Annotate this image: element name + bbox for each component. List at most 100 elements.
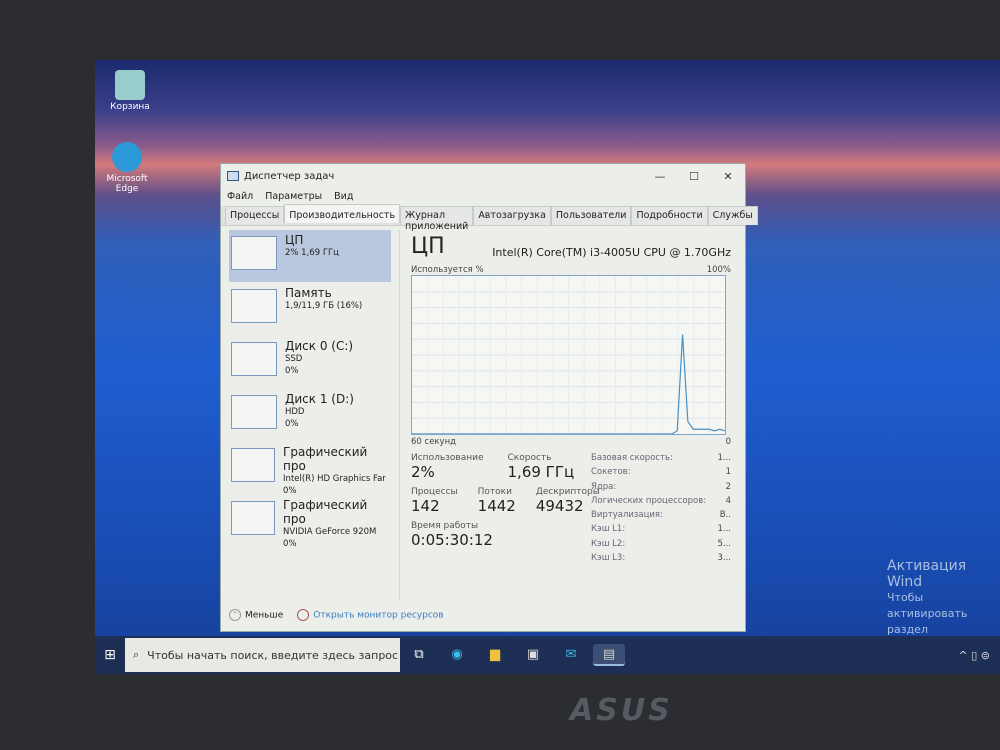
spec-value: 1 <box>725 467 731 478</box>
threads-value: 1442 <box>477 497 516 515</box>
start-button[interactable]: ⊞ <box>95 647 125 663</box>
spec-row: Кэш L1: 1... <box>591 524 731 538</box>
graph-label: Используется % <box>411 265 484 275</box>
spec-label: Логических процессоров: <box>591 495 707 506</box>
fewer-details-button[interactable]: ^ Меньше <box>229 609 283 621</box>
usage-label: Использование <box>411 453 484 463</box>
resource-item[interactable]: ЦП 2% 1,69 ГГц <box>229 230 391 282</box>
resource-line1: 2% 1,69 ГГц <box>285 248 339 258</box>
minimize-button[interactable]: — <box>643 170 677 183</box>
graph-min: 0 <box>725 437 731 447</box>
resource-item[interactable]: Графический про Intel(R) HD Graphics Far 0… <box>229 442 391 496</box>
speed-label: Скорость <box>507 453 552 463</box>
resource-item[interactable]: Память 1,9/11,9 ГБ (16%) <box>229 283 391 335</box>
stats: Использование 2% Скорость 1,69 ГГц Процесс… <box>411 453 731 563</box>
spec-row: Кэш L2: 5... <box>591 539 731 553</box>
search-placeholder: Чтобы начать поиск, введите здесь запрос <box>147 648 399 662</box>
cpu-model: Intel(R) Core(TM) i3-4005U CPU @ 1.70GHz <box>492 246 731 259</box>
activation-title: Активация Wind <box>887 558 967 590</box>
search-box[interactable]: ⌕ Чтобы начать поиск, введите здесь запро… <box>125 638 400 672</box>
resource-item[interactable]: Диск 0 (C:) SSD 0% <box>229 336 391 388</box>
maximize-button[interactable]: ☐ <box>677 170 711 183</box>
task-manager-taskbar-icon[interactable]: ▤ <box>593 644 625 666</box>
spec-label: Базовая скорость: <box>591 453 673 463</box>
spec-value: 4 <box>725 495 731 506</box>
resource-thumbnail <box>231 395 277 429</box>
file-explorer-icon[interactable]: ▆ <box>479 644 511 666</box>
window-title: Диспетчер задач <box>244 170 335 182</box>
chevron-up-icon: ^ <box>229 609 241 621</box>
resource-item[interactable]: Графический про NVIDIA GeForce 920M 0% <box>229 495 391 549</box>
resource-line1: HDD <box>285 407 305 417</box>
spec-row: Сокетов: 1 <box>591 467 731 481</box>
menu-file[interactable]: Файл <box>227 191 253 202</box>
resource-name: Графический про <box>283 445 368 473</box>
search-icon: ⌕ <box>133 648 140 661</box>
menu-view[interactable]: Вид <box>334 191 353 202</box>
title-bar: Диспетчер задач — ☐ ✕ <box>221 164 745 188</box>
edge-icon <box>112 142 142 172</box>
spec-label: Кэш L2: <box>591 538 626 549</box>
cpu-detail: ЦП Intel(R) Core(TM) i3-4005U CPU @ 1.70… <box>411 234 731 563</box>
graph-max: 100% <box>706 265 731 275</box>
processes-label: Процессы <box>411 487 458 497</box>
resource-name: Графический про <box>283 498 368 526</box>
activation-line1: Чтобы активировать <box>887 591 968 620</box>
taskbar: ⊞ ⌕ Чтобы начать поиск, введите здесь зап… <box>95 636 1000 674</box>
tab-processes[interactable]: Процессы <box>225 206 285 225</box>
recycle-bin-icon <box>115 70 145 100</box>
system-tray[interactable]: ^ ▯ ⊜ <box>959 649 1000 662</box>
cpu-usage-graph <box>411 275 726 435</box>
spec-row: Ядра: 2 <box>591 482 731 496</box>
tab-app-history[interactable]: Журнал приложений <box>400 206 474 232</box>
spec-label: Сокетов: <box>591 467 631 478</box>
task-view-icon[interactable]: ⧉ <box>403 644 435 666</box>
resource-item[interactable]: Диск 1 (D:) HDD 0% <box>229 389 391 441</box>
resource-name: Память <box>285 286 332 300</box>
resource-thumbnail <box>231 448 276 482</box>
threads-label: Потоки <box>477 487 512 497</box>
resource-name: Диск 1 (D:) <box>285 392 354 406</box>
menu-bar: Файл Параметры Вид <box>221 188 745 204</box>
open-resource-monitor-link[interactable]: Открыть монитор ресурсов <box>297 609 444 621</box>
edge-icon[interactable]: ◉ <box>441 644 473 666</box>
resource-line1: Intel(R) HD Graphics Far <box>283 474 386 484</box>
spec-row: Базовая скорость: 1... <box>591 453 731 467</box>
menu-options[interactable]: Параметры <box>265 191 322 202</box>
footer: ^ Меньше Открыть монитор ресурсов <box>229 609 444 621</box>
mail-icon[interactable]: ✉ <box>555 644 587 666</box>
spec-label: Кэш L3: <box>591 553 626 564</box>
spec-label: Ядра: <box>591 481 617 492</box>
tab-bar: Процессы Производительность Журнал прило… <box>221 204 758 232</box>
task-manager-window: Диспетчер задач — ☐ ✕ Файл Параметры Вид… <box>220 163 758 632</box>
tab-services[interactable]: Службы <box>707 206 758 225</box>
detail-title: ЦП <box>411 234 445 259</box>
desktop-icon-edge[interactable]: Microsoft Edge <box>97 142 157 194</box>
usage-value: 2% <box>411 463 435 481</box>
icon-label: Корзина <box>110 102 150 112</box>
resource-thumbnail <box>231 342 277 376</box>
resource-line2: 0% <box>283 539 297 549</box>
resource-line1: 1,9/11,9 ГБ (16%) <box>285 301 363 311</box>
tab-startup[interactable]: Автозагрузка <box>473 206 551 225</box>
tab-performance[interactable]: Производительность <box>284 204 401 223</box>
resource-line1: NVIDIA GeForce 920M <box>283 527 377 537</box>
store-icon[interactable]: ▣ <box>517 644 549 666</box>
spec-value: 1... <box>717 524 731 535</box>
fewer-details-label: Меньше <box>245 610 284 621</box>
resource-monitor-icon <box>297 609 310 621</box>
resource-thumbnail <box>231 289 277 323</box>
spec-row: Кэш L3: 3... <box>591 553 731 567</box>
resource-thumbnail <box>231 236 277 270</box>
spec-value: 5... <box>717 538 731 549</box>
desktop: Корзина Microsoft Edge Диспетчер задач —… <box>95 60 1000 674</box>
close-button[interactable]: ✕ <box>711 170 745 183</box>
spec-value: 3... <box>717 553 731 564</box>
desktop-icon-recycle-bin[interactable]: Корзина <box>100 70 160 112</box>
resource-line2: 0% <box>285 366 299 376</box>
tab-details[interactable]: Подробности <box>631 206 708 225</box>
tab-users[interactable]: Пользователи <box>550 206 632 225</box>
resource-monitor-label: Открыть монитор ресурсов <box>313 610 444 621</box>
resource-line2: 0% <box>285 419 299 429</box>
asus-logo: ASUS <box>570 693 673 728</box>
